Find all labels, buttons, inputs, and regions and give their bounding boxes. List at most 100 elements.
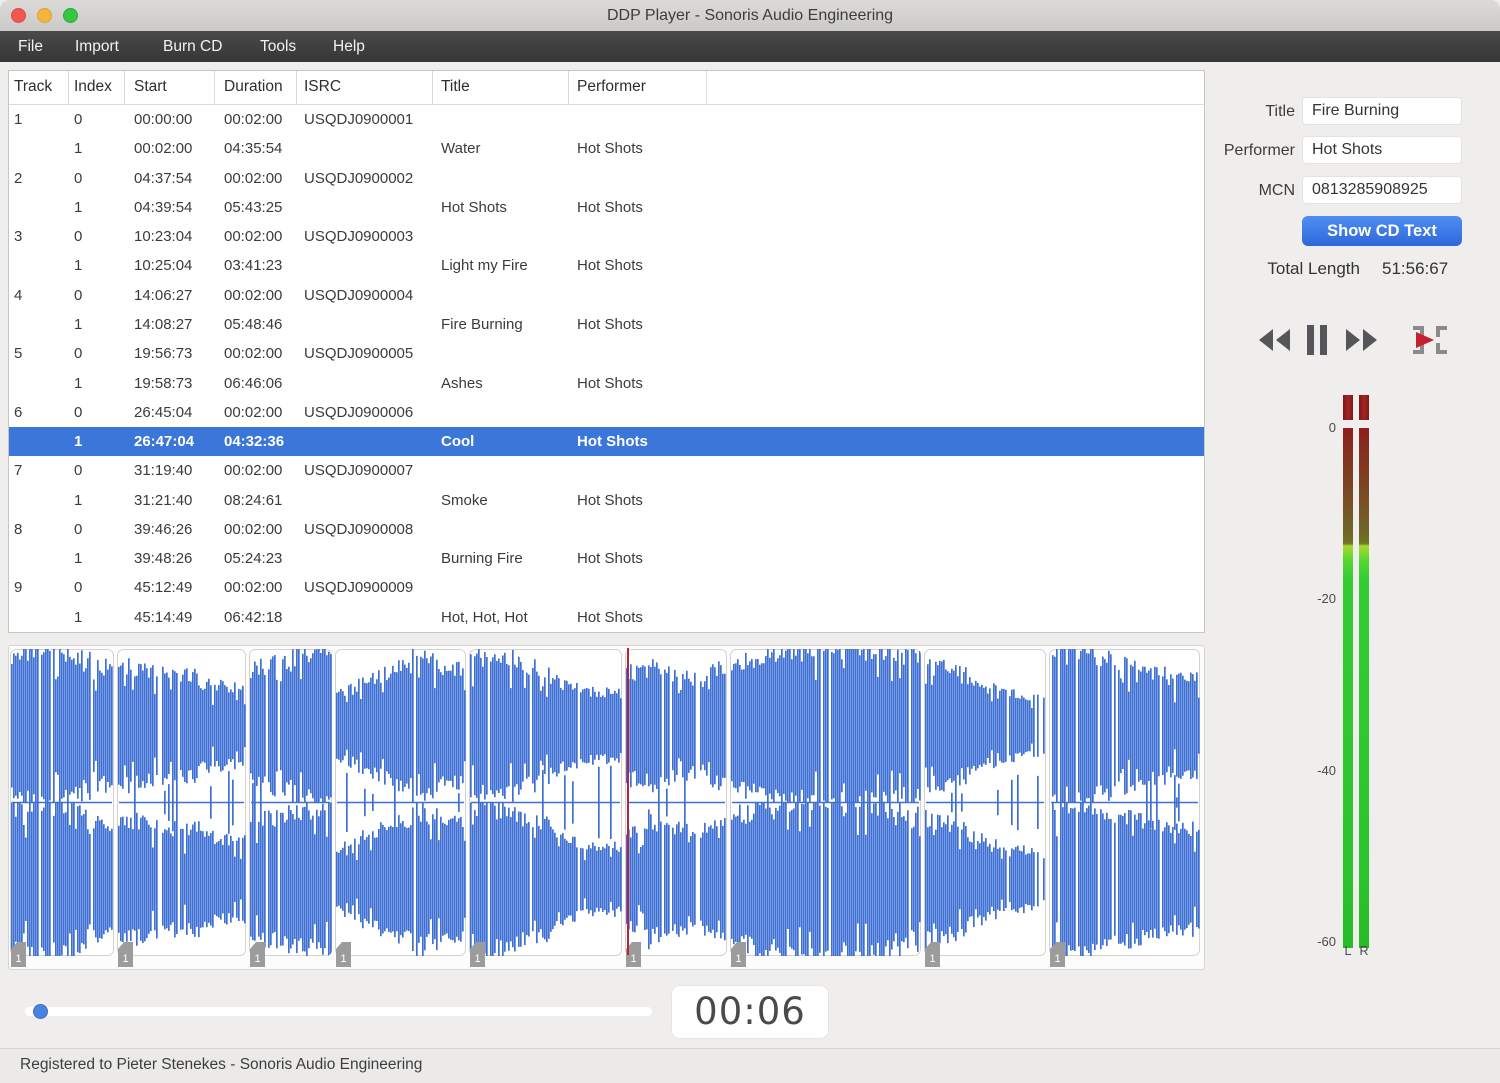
menu-item-help[interactable]: Help: [333, 31, 365, 62]
table-row[interactable]: 4 0 14:06:27 00:02:00 USQDJ0900004: [9, 281, 1204, 310]
cell-title: Hot, Hot, Hot: [441, 608, 528, 626]
table-row[interactable]: 1 10:25:04 03:41:23 Light my Fire Hot Shots: [9, 251, 1204, 280]
show-cd-text-button[interactable]: Show CD Text: [1302, 216, 1462, 246]
cell-index: 0: [74, 169, 83, 187]
cell-duration: 06:46:06: [224, 374, 283, 392]
table-header: Track Index Start Duration ISRC Title Performe…: [9, 71, 1204, 105]
meter-scale-label: 0: [1328, 420, 1336, 435]
cell-duration: 08:24:61: [224, 491, 283, 509]
performer-field[interactable]: [1302, 136, 1462, 164]
cell-track: 6: [14, 403, 23, 421]
table-row[interactable]: 1 04:39:54 05:43:25 Hot Shots Hot Shots: [9, 193, 1204, 222]
cell-performer: Hot Shots: [577, 140, 643, 158]
mcn-field[interactable]: [1302, 176, 1462, 204]
table-row[interactable]: 9 0 45:12:49 00:02:00 USQDJ0900009: [9, 573, 1204, 602]
fast-forward-icon: [1346, 329, 1377, 351]
svg-text:1: 1: [1054, 953, 1060, 965]
waveform-data: [336, 649, 466, 956]
svg-text:1: 1: [929, 953, 935, 965]
meter-scale-label: -20: [1317, 591, 1336, 606]
table-row[interactable]: 1 26:47:04 04:32:36 Cool Hot Shots: [9, 426, 1204, 457]
column-header-start: Start: [125, 71, 215, 104]
menu-item-tools[interactable]: Tools: [260, 31, 296, 62]
seek-slider-track[interactable]: [25, 1007, 652, 1016]
cell-duration: 00:02:00: [224, 111, 283, 129]
cell-index: 1: [74, 140, 83, 158]
cell-duration: 05:43:25: [224, 198, 283, 216]
rewind-button[interactable]: [1256, 327, 1292, 353]
title-bar: DDP Player - Sonoris Audio Engineering: [0, 0, 1500, 31]
fast-forward-button[interactable]: [1344, 327, 1380, 353]
table-row[interactable]: 1 45:14:49 06:42:18 Hot, Hot, Hot Hot Shots: [9, 603, 1204, 632]
play-from-marker-button[interactable]: [1410, 322, 1450, 358]
table-row[interactable]: 7 0 31:19:40 00:02:00 USQDJ0900007: [9, 456, 1204, 485]
table-row[interactable]: 1 0 00:00:00 00:02:00 USQDJ0900001: [9, 105, 1204, 134]
cell-title: Fire Burning: [441, 315, 523, 333]
cell-duration: 05:24:23: [224, 550, 283, 568]
cell-isrc: USQDJ0900002: [304, 169, 414, 187]
mcn-field-label: MCN: [1258, 182, 1295, 199]
table-row[interactable]: 8 0 39:46:26 00:02:00 USQDJ0900008: [9, 515, 1204, 544]
meter-channel-label-left: L: [1344, 944, 1352, 958]
cell-index: 1: [74, 491, 83, 509]
cell-isrc: USQDJ0900008: [304, 520, 414, 538]
seek-slider-thumb[interactable]: [33, 1004, 48, 1019]
svg-text:1: 1: [122, 953, 128, 965]
waveform-data: [250, 649, 332, 956]
cell-isrc: USQDJ0900001: [304, 111, 414, 129]
cell-duration: 00:02:00: [224, 286, 283, 304]
cell-duration: 00:02:00: [224, 228, 283, 246]
table-row[interactable]: 1 19:58:73 06:46:06 Ashes Hot Shots: [9, 368, 1204, 397]
cell-title: Smoke: [441, 491, 488, 509]
table-row[interactable]: 2 0 04:37:54 00:02:00 USQDJ0900002: [9, 164, 1204, 193]
svg-text:1: 1: [735, 953, 741, 965]
total-length-label: Total Length: [1267, 259, 1360, 278]
column-header-performer: Performer: [569, 71, 707, 104]
table-row[interactable]: 5 0 19:56:73 00:02:00 USQDJ0900005: [9, 339, 1204, 368]
meter-clip-left: [1343, 395, 1353, 420]
cell-start: 45:12:49: [134, 579, 193, 597]
cell-title: Hot Shots: [441, 198, 507, 216]
playhead: [627, 648, 630, 955]
performer-field-label: Performer: [1223, 142, 1295, 159]
level-meter-right: [1359, 428, 1369, 948]
table-row[interactable]: 3 0 10:23:04 00:02:00 USQDJ0900003: [9, 222, 1204, 251]
cell-start: 19:56:73: [134, 345, 193, 363]
cell-performer: Hot Shots: [577, 491, 643, 509]
cell-duration: 00:02:00: [224, 579, 283, 597]
svg-text:1: 1: [340, 953, 346, 965]
window-title: DDP Player - Sonoris Audio Engineering: [606, 7, 894, 24]
cell-isrc: USQDJ0900003: [304, 228, 414, 246]
cell-duration: 00:02:00: [224, 462, 283, 480]
cell-duration: 05:48:46: [224, 315, 283, 333]
table-row[interactable]: 1 39:48:26 05:24:23 Burning Fire Hot Shots: [9, 544, 1204, 573]
cell-isrc: USQDJ0900007: [304, 462, 414, 480]
cell-performer: Hot Shots: [577, 374, 643, 392]
table-row[interactable]: 1 31:21:40 08:24:61 Smoke Hot Shots: [9, 485, 1204, 514]
table-row[interactable]: 1 00:02:00 04:35:54 Water Hot Shots: [9, 134, 1204, 163]
pause-button[interactable]: [1307, 325, 1327, 355]
cell-start: 10:23:04: [134, 228, 193, 246]
app-window: { "window": { "title": "DDP Player - Son…: [0, 0, 1500, 1083]
title-field[interactable]: [1302, 97, 1462, 125]
waveform-panel[interactable]: 1 1 1 1 1 1 1 1 1: [8, 645, 1205, 970]
meter-clip-right: [1359, 395, 1369, 420]
svg-text:1: 1: [474, 953, 480, 965]
meter-channel-label-right: R: [1359, 944, 1369, 958]
menu-item-file[interactable]: File: [18, 31, 43, 62]
cell-duration: 03:41:23: [224, 257, 283, 275]
cell-duration: 06:42:18: [224, 608, 283, 626]
cell-performer: Hot Shots: [577, 550, 643, 568]
cell-duration: 00:02:00: [224, 169, 283, 187]
table-row[interactable]: 1 14:08:27 05:48:46 Fire Burning Hot Shots: [9, 310, 1204, 339]
menu-item-burn-cd[interactable]: Burn CD: [163, 31, 222, 62]
cell-start: 00:00:00: [134, 111, 193, 129]
cell-performer: Hot Shots: [577, 198, 643, 216]
cell-track: 2: [14, 169, 23, 187]
cell-index: 0: [74, 403, 83, 421]
registration-text: Registered to Pieter Stenekes - Sonoris …: [20, 1056, 423, 1073]
waveform-data: [11, 649, 113, 956]
cell-start: 31:19:40: [134, 462, 193, 480]
menu-item-import[interactable]: Import: [75, 31, 119, 62]
table-row[interactable]: 6 0 26:45:04 00:02:00 USQDJ0900006: [9, 398, 1204, 427]
